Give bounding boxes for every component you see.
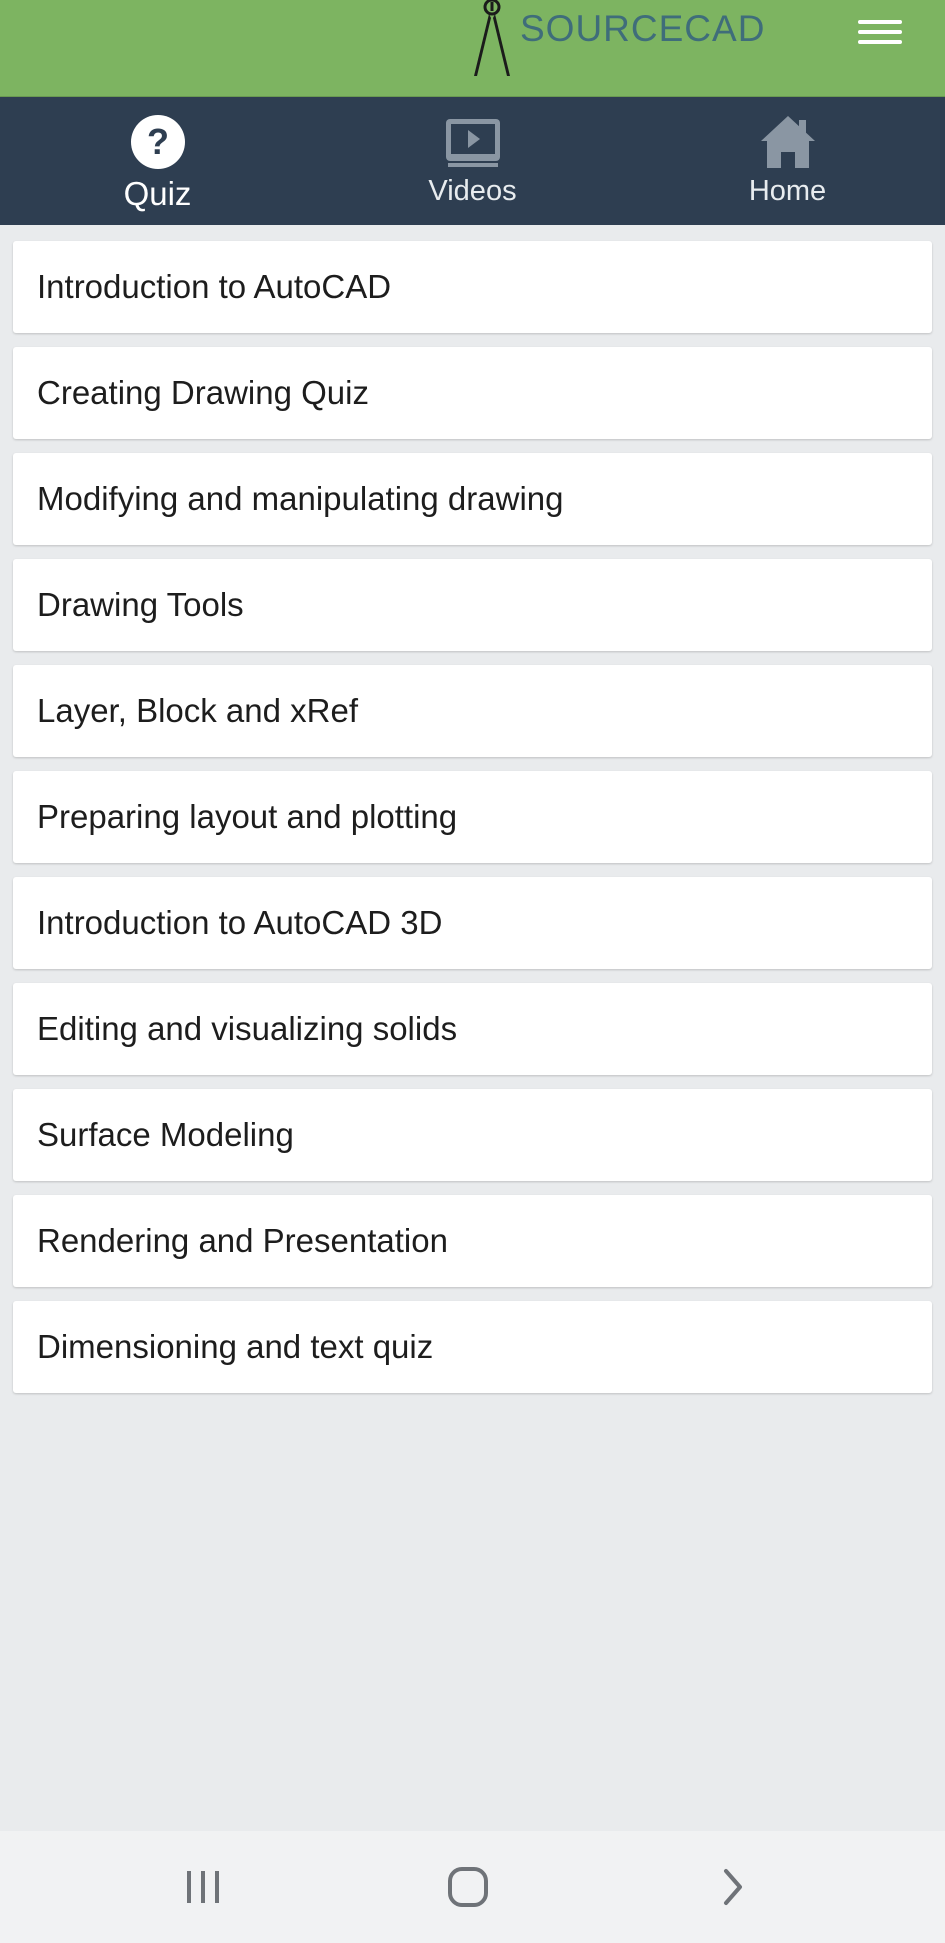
list-item-label: Dimensioning and text quiz <box>37 1328 434 1365</box>
compass-logo-icon <box>474 0 510 76</box>
list-item[interactable]: Introduction to AutoCAD 3D <box>13 877 932 969</box>
tab-label: Videos <box>428 175 517 207</box>
tab-videos[interactable]: Videos <box>315 97 630 225</box>
menu-bar-middle <box>858 30 902 34</box>
svg-text:?: ? <box>147 121 169 162</box>
list-item[interactable]: Drawing Tools <box>13 559 932 651</box>
recent-apps-icon <box>187 1871 219 1903</box>
back-nav-button[interactable] <box>673 1831 793 1943</box>
list-item[interactable]: Preparing layout and plotting <box>13 771 932 863</box>
sourcecad-logo[interactable]: SOURCECAD <box>466 0 765 80</box>
tab-quiz[interactable]: ? Quiz <box>0 97 315 225</box>
tab-home[interactable]: Home <box>630 97 945 225</box>
menu-bar-bottom <box>858 40 902 44</box>
list-item-label: Surface Modeling <box>37 1116 294 1153</box>
system-nav-bar <box>0 1831 945 1943</box>
list-item[interactable]: Introduction to AutoCAD <box>13 241 932 333</box>
home-nav-button[interactable] <box>408 1831 528 1943</box>
list-item[interactable]: Editing and visualizing solids <box>13 983 932 1075</box>
list-item[interactable]: Creating Drawing Quiz <box>13 347 932 439</box>
quiz-list: Introduction to AutoCAD Creating Drawing… <box>13 241 932 1407</box>
home-circle-icon <box>448 1867 488 1907</box>
list-item-label: Preparing layout and plotting <box>37 798 458 835</box>
video-player-icon <box>444 113 502 171</box>
tab-label: Home <box>748 175 827 207</box>
list-item-label: Layer, Block and xRef <box>37 692 359 729</box>
menu-bar-top <box>858 20 902 24</box>
list-item[interactable]: Surface Modeling <box>13 1089 932 1181</box>
list-item[interactable]: Rendering and Presentation <box>13 1195 932 1287</box>
list-item-label: Introduction to AutoCAD <box>37 268 392 305</box>
list-item[interactable]: Dimensioning and text quiz <box>13 1301 932 1393</box>
back-chevron-icon <box>724 1869 742 1905</box>
list-item-label: Editing and visualizing solids <box>37 1010 458 1047</box>
list-item[interactable]: Layer, Block and xRef <box>13 665 932 757</box>
recent-apps-button[interactable] <box>143 1831 263 1943</box>
question-circle-icon: ? <box>129 113 187 171</box>
tab-bar: ? Quiz Videos Home <box>0 97 945 225</box>
tab-label: Quiz <box>123 175 192 212</box>
list-item-label: Modifying and manipulating drawing <box>37 480 564 517</box>
app-header: SOURCECAD <box>0 0 945 97</box>
list-item-label: Introduction to AutoCAD 3D <box>37 904 443 941</box>
hamburger-menu-button[interactable] <box>856 12 904 52</box>
logo-text: SOURCECAD <box>520 8 766 49</box>
list-item[interactable]: Modifying and manipulating drawing <box>13 453 932 545</box>
list-item-label: Rendering and Presentation <box>37 1222 448 1259</box>
list-item-label: Creating Drawing Quiz <box>37 374 369 411</box>
home-icon <box>759 113 817 171</box>
list-item-label: Drawing Tools <box>37 586 244 623</box>
